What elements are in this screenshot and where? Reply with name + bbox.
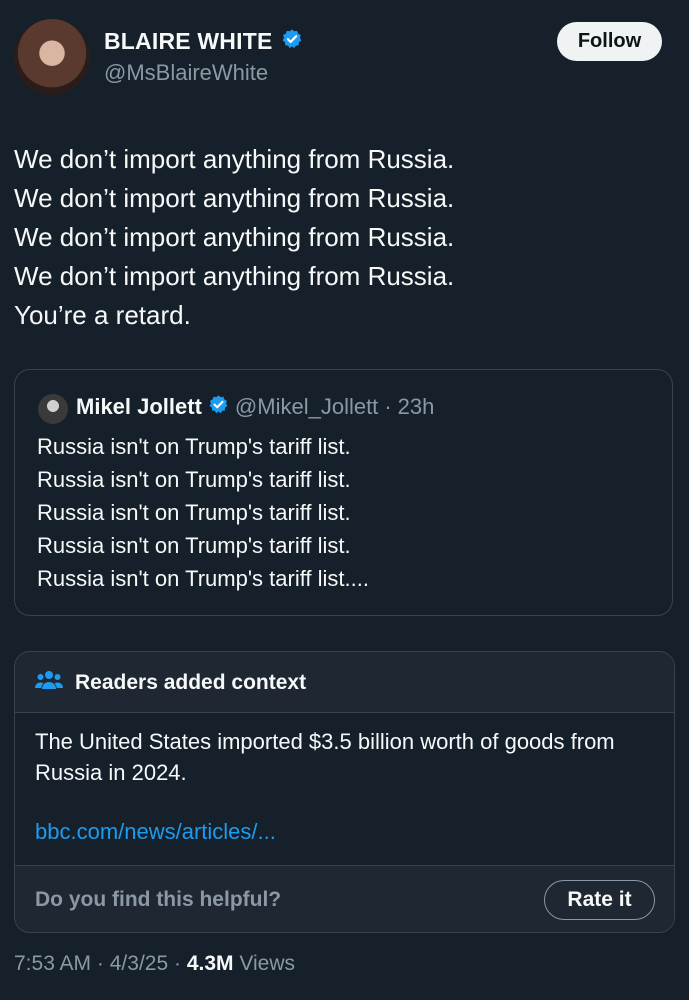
author-name-row: BLAIRE WHITE — [104, 28, 303, 55]
quoted-text: Russia isn't on Trump's tariff list. Rus… — [37, 430, 369, 595]
tweet-line: We don’t import anything from Russia. — [14, 144, 455, 174]
quoted-line: Russia isn't on Trump's tariff list. — [37, 500, 351, 525]
quoted-line: Russia isn't on Trump's tariff list.... — [37, 566, 369, 591]
tweet-meta: 7:53 AM · 4/3/25 · 4.3M Views — [14, 952, 295, 976]
helpful-question: Do you find this helpful? — [35, 888, 282, 911]
author-name[interactable]: BLAIRE WHITE — [104, 28, 273, 55]
author-avatar[interactable] — [14, 19, 90, 95]
rate-it-button[interactable]: Rate it — [544, 880, 655, 920]
meta-separator: · — [173, 952, 181, 975]
community-note-body: The United States imported $3.5 billion … — [35, 729, 615, 785]
quoted-header: Mikel Jollett @Mikel_Jollett · 23h — [76, 394, 434, 420]
community-note-title-row: Readers added context — [35, 669, 306, 696]
tweet-text: We don’t import anything from Russia. We… — [14, 140, 454, 335]
follow-button[interactable]: Follow — [557, 22, 662, 61]
quoted-separator: · — [384, 394, 392, 419]
author-handle[interactable]: @MsBlaireWhite — [104, 60, 268, 86]
community-note: Readers added context The United States … — [14, 651, 675, 933]
tweet-line: We don’t import anything from Russia. — [14, 222, 455, 252]
community-note-header: Readers added context — [15, 652, 674, 713]
people-icon — [35, 669, 63, 696]
tweet-line: You’re a retard. — [14, 300, 191, 330]
tweet-date[interactable]: 4/3/25 — [110, 952, 168, 975]
community-note-footer: Do you find this helpful? Rate it — [15, 865, 674, 932]
quoted-line: Russia isn't on Trump's tariff list. — [37, 434, 351, 459]
tweet-line: We don’t import anything from Russia. — [14, 261, 455, 291]
quoted-time: 23h — [397, 394, 435, 419]
community-note-link[interactable]: bbc.com/news/articles/... — [35, 819, 276, 845]
quoted-author-handle: @Mikel_Jollett — [234, 394, 379, 419]
verified-badge-icon — [281, 28, 303, 55]
verified-badge-icon — [208, 394, 229, 420]
views-count[interactable]: 4.3M — [187, 952, 234, 975]
community-note-title: Readers added context — [75, 670, 307, 694]
quoted-tweet[interactable]: Mikel Jollett @Mikel_Jollett · 23h Russi… — [14, 369, 673, 616]
views-label[interactable]: Views — [239, 952, 295, 975]
tweet-time[interactable]: 7:53 AM — [14, 952, 91, 975]
quoted-author-avatar — [38, 394, 68, 424]
quoted-line: Russia isn't on Trump's tariff list. — [37, 533, 351, 558]
tweet-line: We don’t import anything from Russia. — [14, 183, 455, 213]
quoted-line: Russia isn't on Trump's tariff list. — [37, 467, 351, 492]
meta-separator: · — [96, 952, 104, 975]
quoted-author-name: Mikel Jollett — [76, 394, 202, 419]
